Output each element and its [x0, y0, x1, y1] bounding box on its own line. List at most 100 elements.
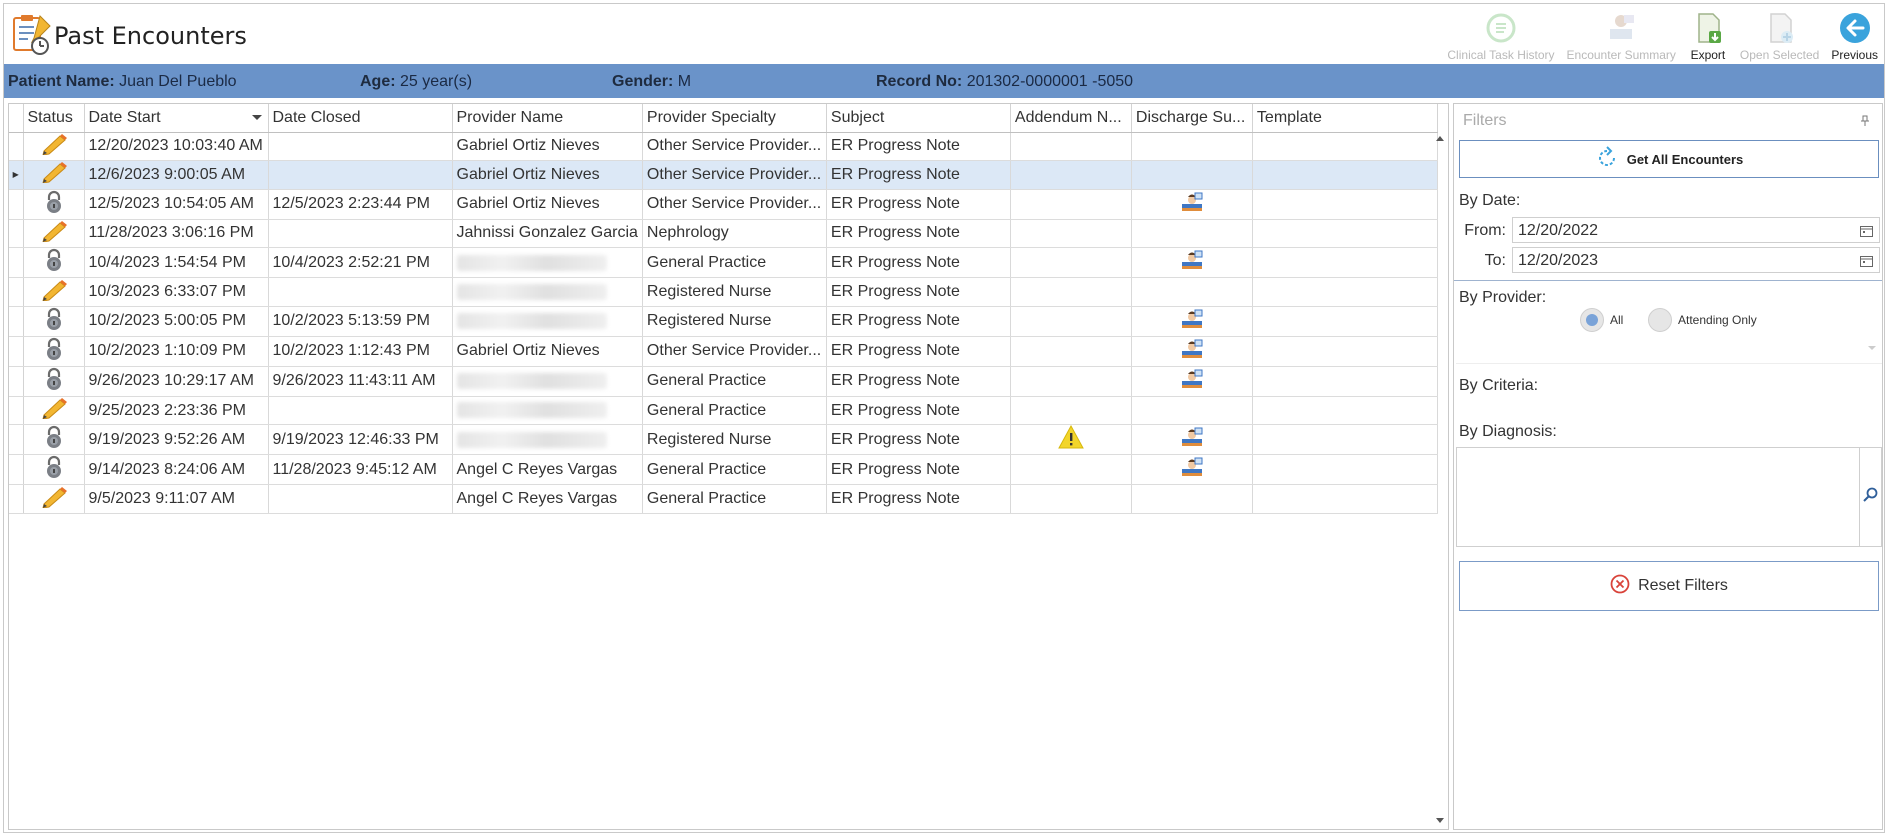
diagnosis-search-button[interactable] — [1859, 447, 1882, 547]
discharge-summary-cell — [1131, 160, 1253, 190]
column-header-discharge-summary[interactable]: Discharge Su... — [1131, 104, 1253, 133]
provider-name-cell: Gabriel Ortiz Nieves — [452, 132, 643, 162]
provider-name-cell — [452, 424, 643, 456]
patient-name-value: Juan Del Pueblo — [119, 73, 237, 90]
from-label: From: — [1464, 222, 1506, 239]
date-closed-cell — [268, 132, 453, 162]
scroll-up-arrow-icon[interactable] — [1436, 136, 1444, 141]
encounter-summary-button[interactable]: Encounter Summary — [1561, 6, 1682, 64]
status-cell — [23, 484, 85, 515]
discharge-summary-icon[interactable] — [1180, 192, 1204, 217]
column-header-status[interactable]: Status — [23, 104, 85, 133]
date-start-cell: 9/26/2023 10:29:17 AM — [84, 366, 269, 397]
discharge-summary-icon[interactable] — [1180, 457, 1204, 482]
addendum-cell — [1010, 454, 1132, 486]
reset-filters-button[interactable]: Reset Filters — [1459, 561, 1879, 611]
status-cell — [23, 396, 85, 426]
subject-cell: ER Progress Note — [826, 160, 1011, 190]
discharge-summary-icon[interactable] — [1180, 427, 1204, 452]
reset-filters-label: Reset Filters — [1638, 577, 1728, 594]
table-row[interactable]: 12/20/2023 10:03:40 AM Gabriel Ortiz Niev… — [9, 132, 1438, 162]
diagnosis-list[interactable] — [1456, 447, 1860, 547]
column-header-date-start[interactable]: Date Start — [84, 104, 269, 133]
date-closed-cell: 9/19/2023 12:46:33 PM — [268, 424, 453, 456]
table-row[interactable]: 9/14/2023 8:24:06 AM 11/28/2023 9:45:12 A… — [9, 454, 1438, 486]
previous-icon — [1835, 8, 1875, 47]
date-start-cell: 10/2/2023 5:00:05 PM — [84, 306, 269, 337]
column-header-date-start-label: Date Start — [88, 108, 161, 126]
template-cell — [1252, 189, 1438, 220]
calendar-icon[interactable] — [1860, 254, 1873, 272]
column-header-provider-specialty[interactable]: Provider Specialty — [642, 104, 827, 133]
discharge-summary-icon[interactable] — [1180, 309, 1204, 334]
from-date-input[interactable]: 12/20/2022 — [1512, 217, 1880, 243]
column-header-provider-name[interactable]: Provider Name — [452, 104, 643, 133]
warning-icon[interactable] — [1058, 425, 1084, 453]
provider-specialty-cell: Registered Nurse — [642, 424, 827, 456]
open-selected-button[interactable]: Open Selected — [1734, 6, 1825, 64]
table-row[interactable]: 10/2/2023 1:10:09 PM 10/2/2023 1:12:43 PM… — [9, 336, 1438, 367]
patient-age-field: Age: 25 year(s) — [360, 73, 472, 91]
table-row[interactable]: 9/25/2023 2:23:36 PM General Practice ER P… — [9, 396, 1438, 426]
provider-select[interactable] — [1456, 338, 1882, 364]
by-provider-label: By Provider: — [1459, 289, 1547, 306]
date-start-cell: 9/19/2023 9:52:26 AM — [84, 424, 269, 456]
sort-descending-icon — [251, 115, 262, 120]
clinical-task-history-button[interactable]: Clinical Task History — [1441, 6, 1560, 64]
status-cell — [23, 336, 85, 367]
radio-attending-label: Attending Only — [1678, 313, 1757, 327]
toolbar: Clinical Task History Encounter Summary — [1441, 6, 1884, 64]
table-row[interactable]: 10/2/2023 5:00:05 PM 10/2/2023 5:13:59 PM… — [9, 306, 1438, 337]
addendum-cell — [1010, 424, 1132, 456]
subject-cell: ER Progress Note — [826, 484, 1011, 515]
column-header-addendum[interactable]: Addendum N... — [1010, 104, 1132, 133]
table-row[interactable]: ▶ 12/6/2023 9:00:05 AM Gabriel Ortiz Nieve… — [9, 160, 1438, 190]
to-date-input[interactable]: 12/20/2023 — [1512, 247, 1880, 273]
grid-vertical-scrollbar[interactable] — [1432, 130, 1448, 829]
row-indicator — [9, 424, 24, 456]
table-row[interactable]: 9/26/2023 10:29:17 AM 9/26/2023 11:43:11 … — [9, 366, 1438, 397]
patient-record-value: 201302-0000001 -5050 — [966, 73, 1134, 90]
discharge-summary-icon[interactable] — [1180, 250, 1204, 275]
radio-attending-only[interactable]: Attending Only — [1648, 308, 1757, 332]
provider-name-cell — [452, 366, 643, 397]
encounter-summary-label: Encounter Summary — [1566, 48, 1676, 62]
template-cell — [1252, 396, 1438, 426]
date-closed-cell — [268, 277, 453, 307]
previous-label: Previous — [1831, 48, 1878, 62]
table-row[interactable]: 10/4/2023 1:54:54 PM 10/4/2023 2:52:21 PM… — [9, 247, 1438, 279]
discharge-summary-icon[interactable] — [1180, 369, 1204, 394]
scroll-down-arrow-icon[interactable] — [1436, 818, 1444, 823]
discharge-summary-cell — [1131, 424, 1253, 456]
column-header-template[interactable]: Template — [1252, 104, 1438, 133]
radio-all-indicator — [1580, 308, 1604, 332]
provider-name-cell: Gabriel Ortiz Nieves — [452, 160, 643, 190]
addendum-cell — [1010, 484, 1132, 515]
patient-record-label: Record No: — [876, 73, 963, 90]
table-row[interactable]: 9/5/2023 9:11:07 AM Angel C Reyes Vargas G… — [9, 484, 1438, 515]
by-diagnosis-label: By Diagnosis: — [1459, 423, 1557, 440]
table-row[interactable]: 12/5/2023 10:54:05 AM 12/5/2023 2:23:44 P… — [9, 189, 1438, 220]
calendar-icon[interactable] — [1860, 224, 1873, 242]
pin-icon[interactable] — [1860, 114, 1870, 132]
addendum-cell — [1010, 396, 1132, 426]
addendum-cell — [1010, 366, 1132, 397]
provider-name-cell: Jahnissi Gonzalez Garcia — [452, 219, 643, 249]
discharge-summary-cell — [1131, 219, 1253, 249]
discharge-summary-cell — [1131, 396, 1253, 426]
status-cell — [23, 454, 85, 486]
redacted-provider-name — [456, 402, 607, 419]
column-header-subject[interactable]: Subject — [826, 104, 1011, 133]
previous-button[interactable]: Previous — [1825, 6, 1884, 64]
redacted-provider-name — [456, 283, 607, 300]
discharge-summary-icon[interactable] — [1180, 339, 1204, 364]
column-header-date-closed[interactable]: Date Closed — [268, 104, 453, 133]
table-row[interactable]: 10/3/2023 6:33:07 PM Registered Nurse ER P… — [9, 277, 1438, 307]
table-row[interactable]: 9/19/2023 9:52:26 AM 9/19/2023 12:46:33 P… — [9, 424, 1438, 456]
radio-all[interactable]: All — [1580, 308, 1623, 332]
table-row[interactable]: 11/28/2023 3:06:16 PM Jahnissi Gonzalez G… — [9, 219, 1438, 249]
export-button[interactable]: Export — [1682, 6, 1734, 64]
get-all-encounters-button[interactable]: Get All Encounters — [1459, 140, 1879, 178]
search-icon — [1862, 487, 1878, 508]
template-cell — [1252, 306, 1438, 337]
